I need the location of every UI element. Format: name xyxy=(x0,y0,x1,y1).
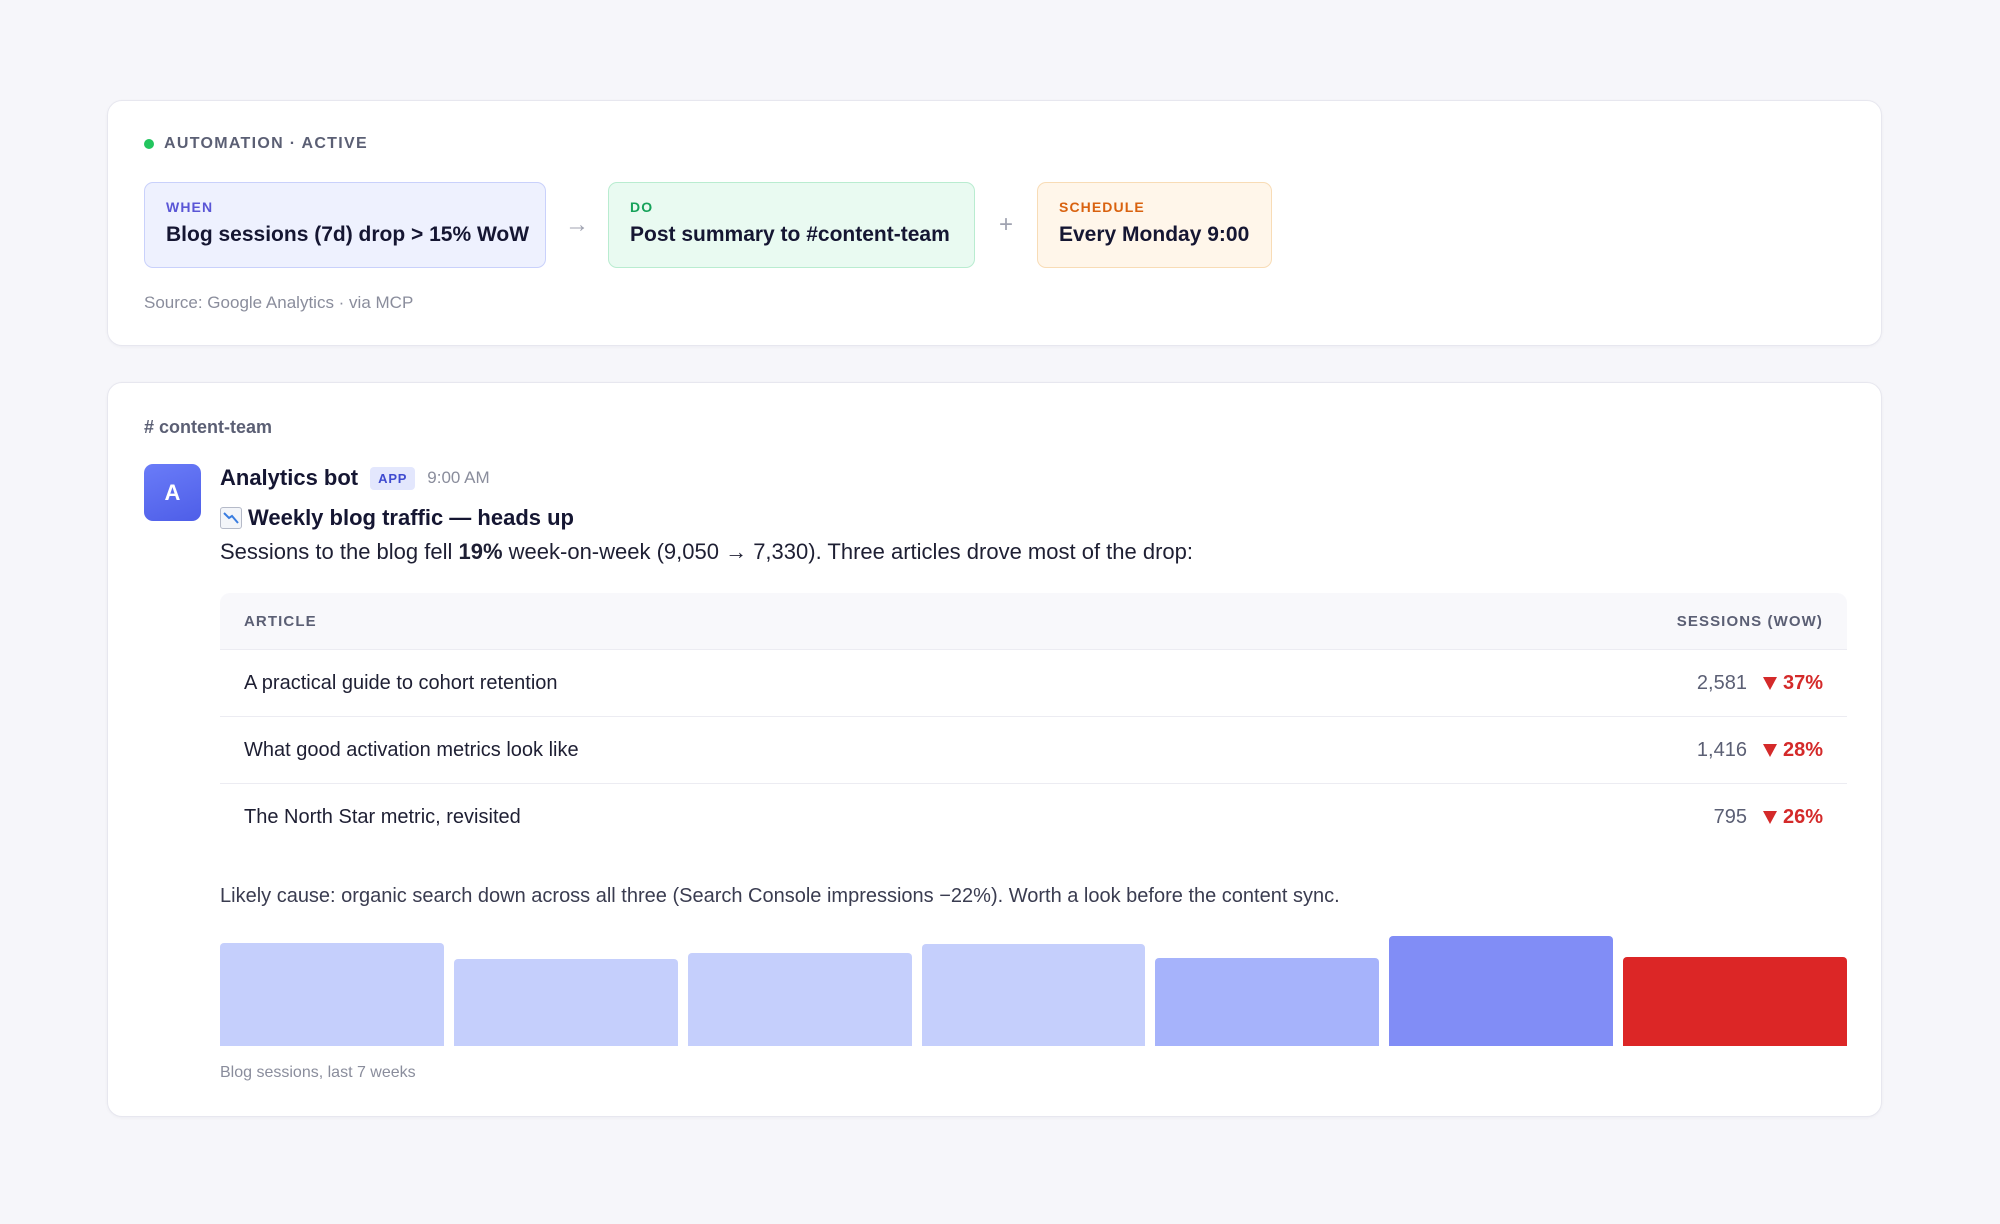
do-label: DO xyxy=(630,199,654,215)
triangle-down-icon xyxy=(1762,743,1777,757)
status-dot-icon xyxy=(144,139,154,149)
app-badge: APP xyxy=(370,466,416,490)
message-body-suffix: week-on-week (9,050 → 7,330). Three arti… xyxy=(502,539,1194,564)
bot-message: Analytics bot APP 9:00 AM Weekly blog tr… xyxy=(220,463,1847,908)
message-header: Analytics bot APP 9:00 AM xyxy=(220,463,1847,493)
chart-bar xyxy=(1389,936,1614,1046)
schedule-label: SCHEDULE xyxy=(1059,199,1145,215)
do-action: Post summary to #content-team xyxy=(630,223,950,246)
chart-bar xyxy=(1155,957,1380,1046)
message-body-prefix: Sessions to the blog fell xyxy=(220,539,459,564)
automation-status-label: AUTOMATION · ACTIVE xyxy=(164,135,368,152)
chart-decreasing-icon xyxy=(220,507,242,529)
avatar[interactable]: A xyxy=(144,464,201,521)
schedule-value: Every Monday 9:00 xyxy=(1059,223,1250,246)
column-header-sessions: SESSIONS (WOW) xyxy=(1676,612,1823,630)
article-sessions: 1,416 xyxy=(1696,738,1747,761)
automation-flow: WHEN Blog sessions (7d) drop > 15% WoW →… xyxy=(144,182,1272,268)
article-sessions: 795 xyxy=(1713,806,1747,828)
plus-icon: + xyxy=(998,211,1013,238)
article-change: 26% xyxy=(1762,806,1823,829)
when-condition-block[interactable]: WHEN Blog sessions (7d) drop > 15% WoW xyxy=(144,182,546,268)
message-timestamp[interactable]: 9:00 AM xyxy=(427,468,489,488)
when-label: WHEN xyxy=(166,199,214,215)
article-title: What good activation metrics look like xyxy=(244,738,579,761)
schedule-block[interactable]: SCHEDULE Every Monday 9:00 xyxy=(1037,182,1272,268)
article-title: The North Star metric, revisited xyxy=(244,806,521,828)
channel-card: # content-team A Analytics bot APP 9:00 … xyxy=(107,382,1882,1117)
article-change: 37% xyxy=(1762,671,1823,695)
chart-bar xyxy=(453,959,678,1046)
article-title: A practical guide to cohort retention xyxy=(244,671,558,694)
automation-card: AUTOMATION · ACTIVE WHEN Blog sessions (… xyxy=(107,100,1882,346)
chart-bar xyxy=(687,952,912,1046)
message-title-text: Weekly blog traffic — heads up xyxy=(248,505,574,530)
message-body-highlight: 19% xyxy=(458,539,503,564)
chart-bar xyxy=(220,943,444,1046)
arrow-right-icon: → xyxy=(565,211,589,238)
message-body: Sessions to the blog fell 19% week-on-we… xyxy=(220,539,1847,565)
articles-table: ARTICLE SESSIONS (WOW) A practical guide… xyxy=(220,593,1847,851)
article-change: 28% xyxy=(1762,738,1823,762)
message-title: Weekly blog traffic — heads up xyxy=(220,505,1847,531)
chart-bar xyxy=(1623,956,1847,1046)
table-row: The North Star metric, revisited 795 26% xyxy=(220,784,1847,851)
author-name[interactable]: Analytics bot xyxy=(220,465,358,491)
article-change-value: 37% xyxy=(1782,671,1823,694)
chart-bar xyxy=(921,944,1146,1046)
table-row: What good activation metrics look like 1… xyxy=(220,717,1847,784)
automation-source: Source: Google Analytics · via MCP xyxy=(144,293,414,312)
channel-name[interactable]: # content-team xyxy=(144,417,272,438)
triangle-down-icon xyxy=(1762,811,1777,824)
sessions-bar-chart xyxy=(220,936,1847,1046)
table-row: A practical guide to cohort retention 2,… xyxy=(220,650,1847,717)
when-condition: Blog sessions (7d) drop > 15% WoW xyxy=(166,223,530,246)
do-action-block[interactable]: DO Post summary to #content-team xyxy=(608,182,975,268)
article-sessions: 2,581 xyxy=(1696,671,1747,694)
automation-status: AUTOMATION · ACTIVE xyxy=(144,135,368,153)
triangle-down-icon xyxy=(1762,676,1777,690)
table-header: ARTICLE SESSIONS (WOW) xyxy=(220,593,1847,650)
column-header-article: ARTICLE xyxy=(244,612,317,630)
article-change-value: 28% xyxy=(1782,738,1823,761)
likely-cause-text: Likely cause: organic search down across… xyxy=(220,885,1340,907)
article-change-value: 26% xyxy=(1782,806,1823,828)
chart-caption: Blog sessions, last 7 weeks xyxy=(220,1064,416,1081)
